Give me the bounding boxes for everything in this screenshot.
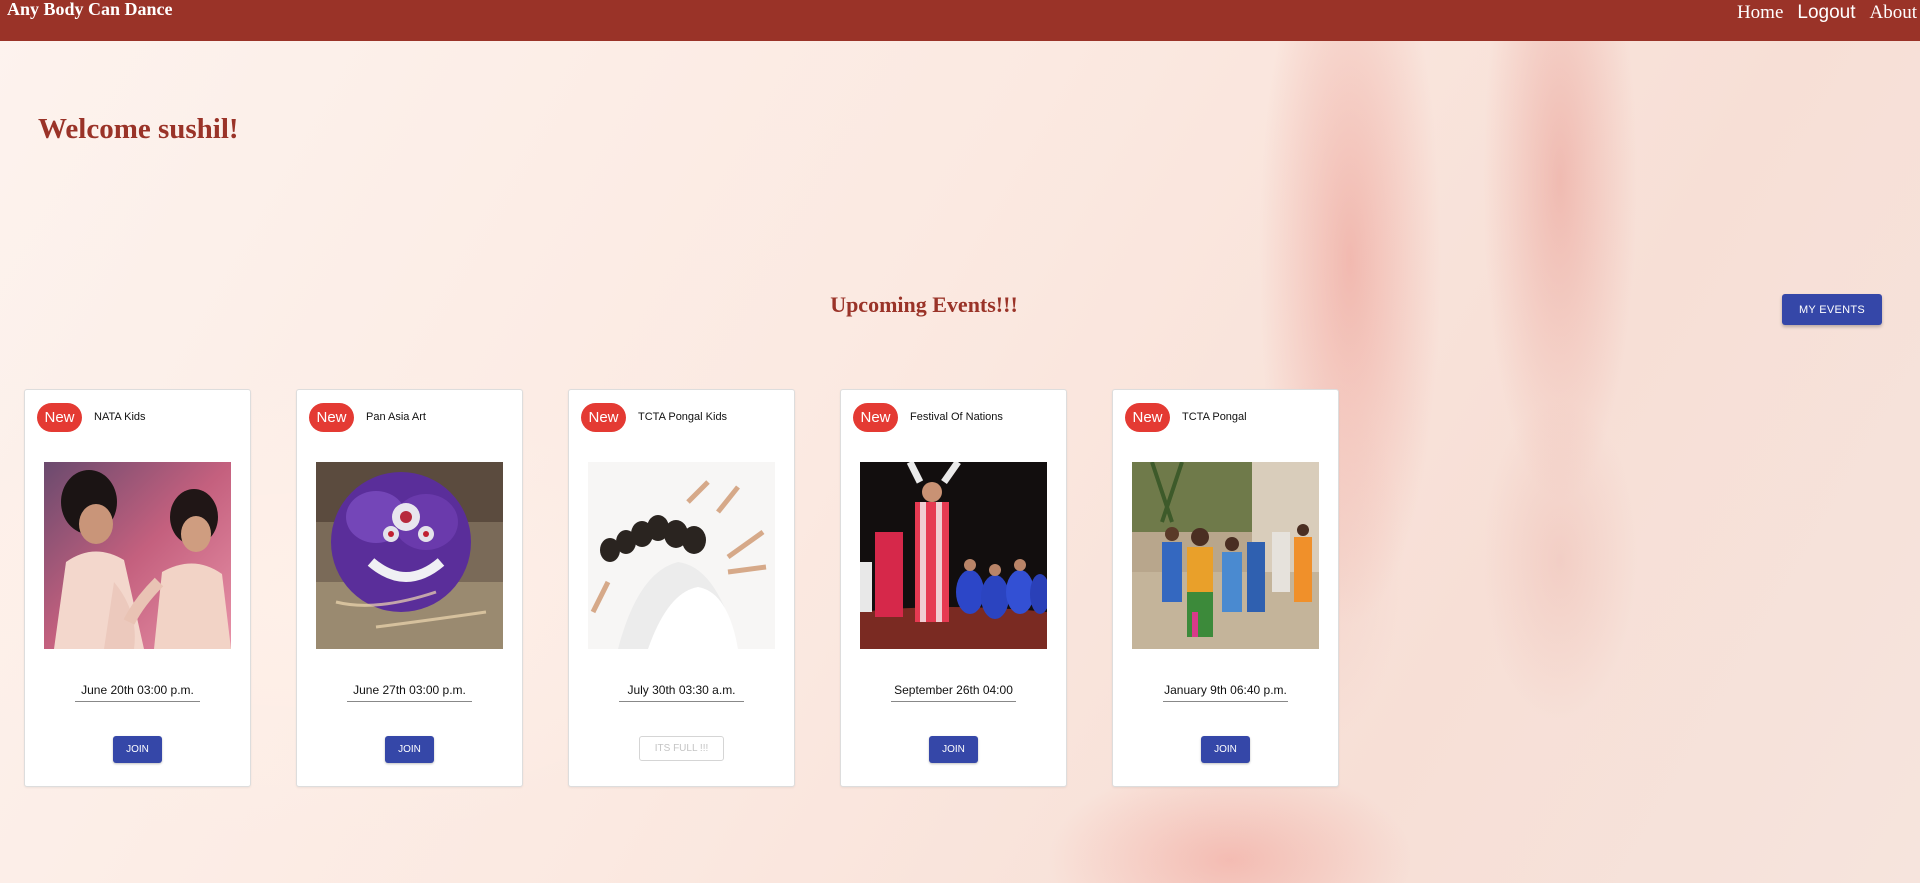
event-date: January 9th 06:40 p.m.	[1163, 683, 1288, 702]
event-card-nata-kids: New NATA Kids June 20th 03:00 p.m. JOIN	[24, 389, 251, 787]
join-button[interactable]: JOIN	[1201, 736, 1250, 763]
new-badge: New	[309, 403, 354, 432]
event-title: TCTA Pongal Kids	[638, 411, 728, 423]
nav-about-link[interactable]: About	[1870, 2, 1918, 24]
nav-links: Home Logout About	[1723, 0, 1917, 26]
new-badge: New	[581, 403, 626, 432]
event-date: June 27th 03:00 p.m.	[347, 683, 472, 702]
event-card-tcta-pongal-kids: New TCTA Pongal Kids July 30th 03:30 a.m…	[568, 389, 795, 787]
event-title: Festival Of Nations	[910, 411, 1003, 423]
nav-home-link[interactable]: Home	[1737, 2, 1783, 24]
my-events-button[interactable]: MY EVENTS	[1782, 294, 1882, 325]
event-card-pan-asia-art: New Pan Asia Art June 27th 03:00 p.m. JO…	[296, 389, 523, 787]
group-dance-pose-photo	[588, 462, 775, 649]
stage-dance-troupe-photo	[860, 462, 1047, 649]
new-badge: New	[1125, 403, 1170, 432]
event-date: September 26th 04:00	[891, 683, 1016, 702]
new-badge: New	[37, 403, 82, 432]
its-full-button: ITS FULL !!!	[639, 736, 724, 761]
join-button[interactable]: JOIN	[385, 736, 434, 763]
event-title: TCTA Pongal	[1182, 411, 1247, 423]
event-card-tcta-pongal: New TCTA Pongal January 9th 06:40 p.m. J…	[1112, 389, 1339, 787]
upcoming-events-heading: Upcoming Events!!!	[830, 292, 1018, 317]
event-date: July 30th 03:30 a.m.	[619, 683, 744, 702]
brand-title[interactable]: Any Body Can Dance	[7, 0, 173, 18]
nav-logout-link[interactable]: Logout	[1797, 2, 1855, 24]
join-button[interactable]: JOIN	[113, 736, 162, 763]
two-girls-dancing-photo	[44, 462, 231, 649]
top-navbar: Any Body Can Dance Home Logout About	[0, 0, 1920, 41]
lion-dance-costume-photo	[316, 462, 503, 649]
new-badge: New	[853, 403, 898, 432]
welcome-heading: Welcome sushil!	[38, 113, 239, 145]
kids-pongal-dance-photo	[1132, 462, 1319, 649]
event-title: Pan Asia Art	[366, 411, 426, 423]
event-card-festival-of-nations: New Festival Of Nations September 26th 0…	[840, 389, 1067, 787]
event-date: June 20th 03:00 p.m.	[75, 683, 200, 702]
join-button[interactable]: JOIN	[929, 736, 978, 763]
event-title: NATA Kids	[94, 411, 146, 423]
